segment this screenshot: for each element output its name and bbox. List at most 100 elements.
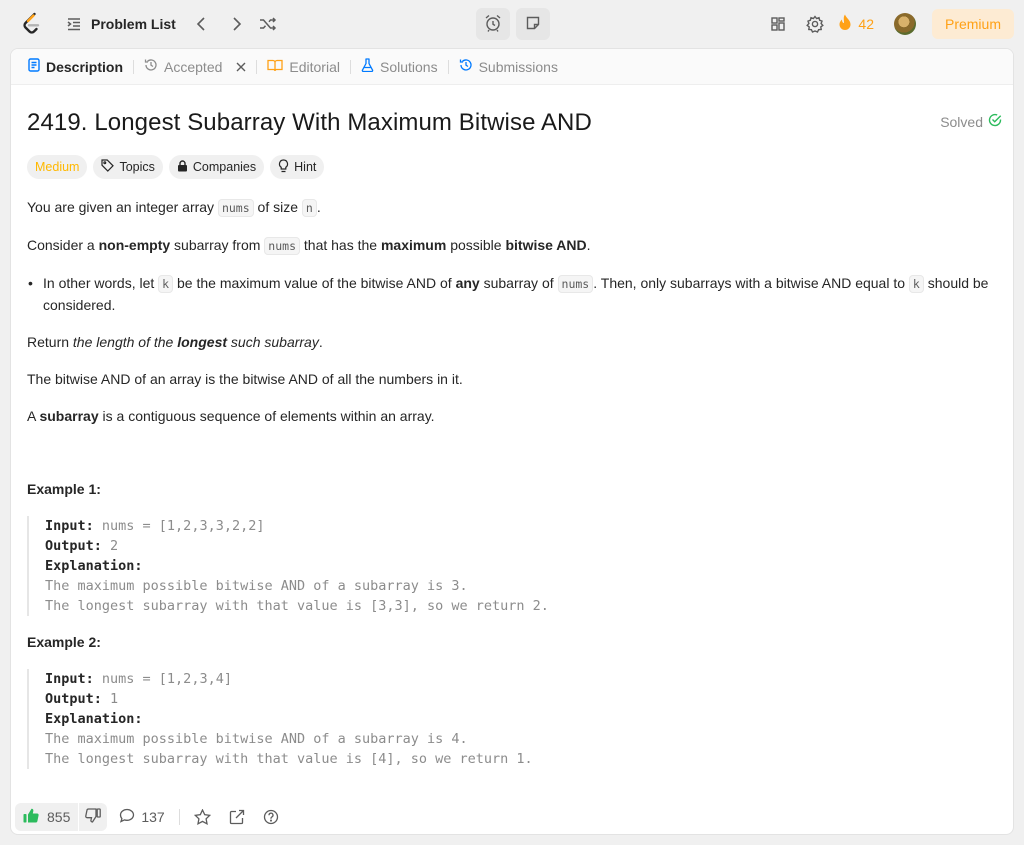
explanation-line: The maximum possible bitwise AND of a su…	[45, 578, 468, 594]
tab-description[interactable]: Description	[24, 49, 127, 85]
italic-text: the length of the	[72, 334, 178, 350]
problem-description: You are given an integer array nums of s…	[27, 197, 1002, 769]
history-icon	[459, 58, 473, 75]
input-value: nums = [1,2,3,4]	[93, 671, 232, 687]
bottom-action-bar: 855 137	[15, 802, 297, 832]
example-title: Example 1:	[27, 481, 101, 497]
vote-group: 855	[15, 803, 108, 831]
hint-tag[interactable]: Hint	[270, 155, 325, 179]
topics-tag[interactable]: Topics	[93, 155, 163, 179]
dislike-button[interactable]	[79, 808, 107, 826]
check-circle-icon	[988, 113, 1002, 130]
solved-label: Solved	[940, 113, 983, 130]
example-explanation: Explanation:	[45, 709, 1002, 729]
example-output: Output: 1	[45, 689, 1002, 709]
shuffle-icon[interactable]	[256, 12, 280, 36]
previous-problem-icon[interactable]	[190, 12, 214, 36]
streak-counter[interactable]: 42	[838, 14, 874, 34]
document-icon	[28, 58, 40, 75]
explanation-line: The maximum possible bitwise AND of a su…	[45, 731, 468, 747]
list-item: • In other words, let k be the maximum v…	[27, 273, 1002, 316]
bold-text: bitwise AND	[505, 237, 587, 253]
inline-code: nums	[264, 237, 300, 255]
problem-list-icon[interactable]	[66, 16, 82, 32]
tag-icon	[101, 159, 115, 175]
notes-button[interactable]	[516, 8, 550, 40]
output-value: 2	[101, 538, 119, 554]
example-explanation: Explanation:	[45, 556, 1002, 576]
close-icon[interactable]	[236, 59, 246, 75]
tab-accepted[interactable]: Accepted	[140, 49, 250, 85]
inline-code: k	[908, 275, 924, 293]
flask-icon	[361, 58, 374, 75]
help-icon[interactable]	[263, 809, 279, 825]
note-icon	[525, 15, 541, 34]
tab-solutions[interactable]: Solutions	[357, 49, 442, 85]
timer-button[interactable]	[476, 8, 510, 40]
book-icon	[267, 59, 284, 75]
companies-tag[interactable]: Companies	[168, 155, 265, 179]
example-output: Output: 2	[45, 536, 1002, 556]
tab-editorial[interactable]: Editorial	[263, 49, 344, 85]
example-input: Input: nums = [1,2,3,3,2,2]	[45, 516, 1002, 536]
explanation-label: Explanation:	[45, 711, 143, 727]
text: .	[318, 334, 323, 350]
italic-text: such subarray	[227, 334, 319, 350]
like-button[interactable]: 855	[15, 808, 78, 826]
tab-submissions[interactable]: Submissions	[455, 49, 562, 85]
star-icon[interactable]	[193, 809, 211, 825]
problem-list-link[interactable]: Problem List	[91, 16, 176, 32]
description-paragraph: Consider a non-empty subarray from nums …	[27, 235, 1002, 257]
bullet-dot: •	[28, 275, 33, 291]
difficulty-badge: Medium	[27, 155, 88, 179]
example-block: Input: nums = [1,2,3,4] Output: 1 Explan…	[27, 669, 1002, 769]
description-paragraph: A subarray is a contiguous sequence of e…	[27, 406, 1002, 427]
input-label: Input:	[45, 518, 94, 534]
comment-count: 137	[141, 809, 165, 825]
next-problem-icon[interactable]	[224, 12, 248, 36]
tab-solutions-label: Solutions	[379, 58, 438, 75]
text: .	[586, 237, 591, 253]
alarm-clock-icon	[484, 14, 502, 35]
comments-button[interactable]: 137	[119, 808, 165, 826]
example-block: Input: nums = [1,2,3,3,2,2] Output: 2 Ex…	[27, 516, 1002, 616]
text: subarray of	[479, 275, 558, 291]
problem-tags: Medium Topics Companies Hint	[27, 155, 1002, 179]
text: A	[27, 408, 40, 424]
text: . Then, only subarrays with a bitwise AN…	[593, 275, 909, 291]
problem-title[interactable]: 2419. Longest Subarray With Maximum Bitw…	[27, 109, 1002, 137]
list-item-text: In other words, let k be the maximum val…	[43, 273, 1002, 316]
history-icon	[144, 58, 158, 75]
layout-grid-icon[interactable]	[770, 16, 786, 32]
fire-icon	[838, 14, 852, 34]
text: Return	[27, 334, 73, 350]
text: is a contiguous sequence of elements wit…	[98, 408, 435, 424]
text: subarray from	[170, 237, 265, 253]
tab-description-label: Description	[46, 58, 124, 75]
tab-divider	[349, 59, 351, 74]
bold-text: subarray	[39, 408, 99, 424]
gear-icon[interactable]	[806, 15, 825, 33]
avatar[interactable]	[893, 13, 916, 35]
bold-italic-text: longest	[177, 334, 228, 350]
like-count: 855	[47, 809, 71, 825]
topics-label: Topics	[119, 160, 155, 174]
inline-code: n	[301, 199, 317, 217]
bold-text: any	[455, 275, 480, 291]
bold-text: non-empty	[98, 237, 171, 253]
premium-button[interactable]: Premium	[931, 9, 1014, 39]
bold-text: maximum	[380, 237, 447, 253]
inline-code: k	[158, 275, 174, 293]
input-value: nums = [1,2,3,3,2,2]	[93, 518, 265, 534]
comment-icon	[119, 808, 135, 826]
companies-label: Companies	[192, 160, 257, 174]
output-value: 1	[101, 691, 119, 707]
tab-editorial-label: Editorial	[289, 58, 340, 75]
text: possible	[446, 237, 506, 253]
top-navbar: Problem List 42 Premium	[0, 0, 1024, 48]
share-icon[interactable]	[229, 809, 245, 825]
problem-content: 2419. Longest Subarray With Maximum Bitw…	[27, 109, 1002, 769]
leetcode-logo-icon[interactable]	[20, 12, 44, 36]
text: be the maximum value of the bitwise AND …	[173, 275, 456, 291]
panel-tab-bar: Description Accepted Editorial Solutions	[11, 49, 1013, 85]
